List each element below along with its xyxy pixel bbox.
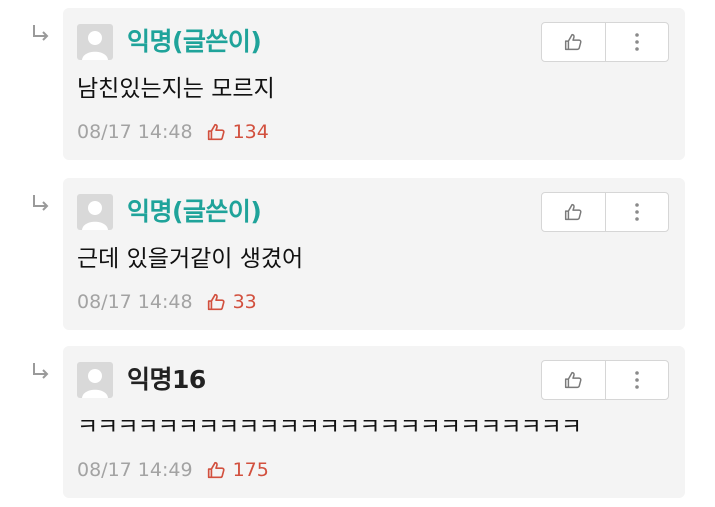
thumbs-up-icon bbox=[565, 371, 582, 389]
thumbs-up-icon bbox=[205, 459, 227, 481]
comment-actions bbox=[541, 192, 669, 232]
default-avatar-icon bbox=[77, 362, 113, 398]
comment-item: 익명(글쓴이) 근데 있을거같이 생겼어 08/17 14:48 33 bbox=[0, 178, 715, 330]
like-count: 33 bbox=[232, 291, 257, 313]
more-vertical-icon bbox=[634, 203, 639, 221]
comment-actions bbox=[541, 360, 669, 400]
comment-meta: 08/17 14:49 175 bbox=[77, 458, 269, 482]
thumbs-up-icon bbox=[565, 33, 582, 51]
default-avatar-icon bbox=[77, 194, 113, 230]
comment-time: 08/17 14:48 bbox=[77, 121, 193, 143]
more-vertical-icon bbox=[634, 33, 639, 51]
comment-card: 익명(글쓴이) 근데 있을거같이 생겼어 08/17 14:48 33 bbox=[63, 178, 685, 330]
more-menu-button[interactable] bbox=[604, 361, 669, 399]
like-count: 175 bbox=[232, 459, 269, 481]
like-count: 134 bbox=[232, 121, 269, 143]
more-menu-button[interactable] bbox=[604, 193, 669, 231]
vote-button[interactable] bbox=[542, 193, 605, 231]
more-menu-button[interactable] bbox=[604, 23, 669, 61]
more-vertical-icon bbox=[634, 371, 639, 389]
comment-item: 익명(글쓴이) 남친있는지는 모르지 08/17 14:48 134 bbox=[0, 8, 715, 160]
thumbs-up-icon bbox=[205, 121, 227, 143]
comment-author[interactable]: 익명(글쓴이) bbox=[127, 24, 262, 60]
comment-author[interactable]: 익명16 bbox=[127, 362, 206, 398]
thumbs-up-icon bbox=[205, 291, 227, 313]
comment-card: 익명(글쓴이) 남친있는지는 모르지 08/17 14:48 134 bbox=[63, 8, 685, 160]
reply-arrow-icon bbox=[33, 363, 49, 379]
vote-button[interactable] bbox=[542, 23, 605, 61]
comment-text: 남친있는지는 모르지 bbox=[77, 76, 275, 102]
vote-button[interactable] bbox=[542, 361, 605, 399]
comment-time: 08/17 14:48 bbox=[77, 291, 193, 313]
comment-meta: 08/17 14:48 33 bbox=[77, 290, 257, 314]
thumbs-up-icon bbox=[565, 203, 582, 221]
comment-card: 익명16 ㅋㅋㅋㅋㅋㅋㅋㅋㅋㅋㅋㅋㅋㅋㅋㅋㅋㅋㅋㅋㅋㅋㅋㅋㅋ 08/17 14:… bbox=[63, 346, 685, 498]
reply-arrow-icon bbox=[33, 195, 49, 211]
comment-meta: 08/17 14:48 134 bbox=[77, 120, 269, 144]
comment-text: ㅋㅋㅋㅋㅋㅋㅋㅋㅋㅋㅋㅋㅋㅋㅋㅋㅋㅋㅋㅋㅋㅋㅋㅋㅋ bbox=[77, 414, 582, 440]
comment-author[interactable]: 익명(글쓴이) bbox=[127, 194, 262, 230]
comment-actions bbox=[541, 22, 669, 62]
comment-item: 익명16 ㅋㅋㅋㅋㅋㅋㅋㅋㅋㅋㅋㅋㅋㅋㅋㅋㅋㅋㅋㅋㅋㅋㅋㅋㅋ 08/17 14:… bbox=[0, 346, 715, 498]
comment-time: 08/17 14:49 bbox=[77, 459, 193, 481]
default-avatar-icon bbox=[77, 24, 113, 60]
reply-arrow-icon bbox=[33, 25, 49, 41]
comment-text: 근데 있을거같이 생겼어 bbox=[77, 246, 304, 272]
